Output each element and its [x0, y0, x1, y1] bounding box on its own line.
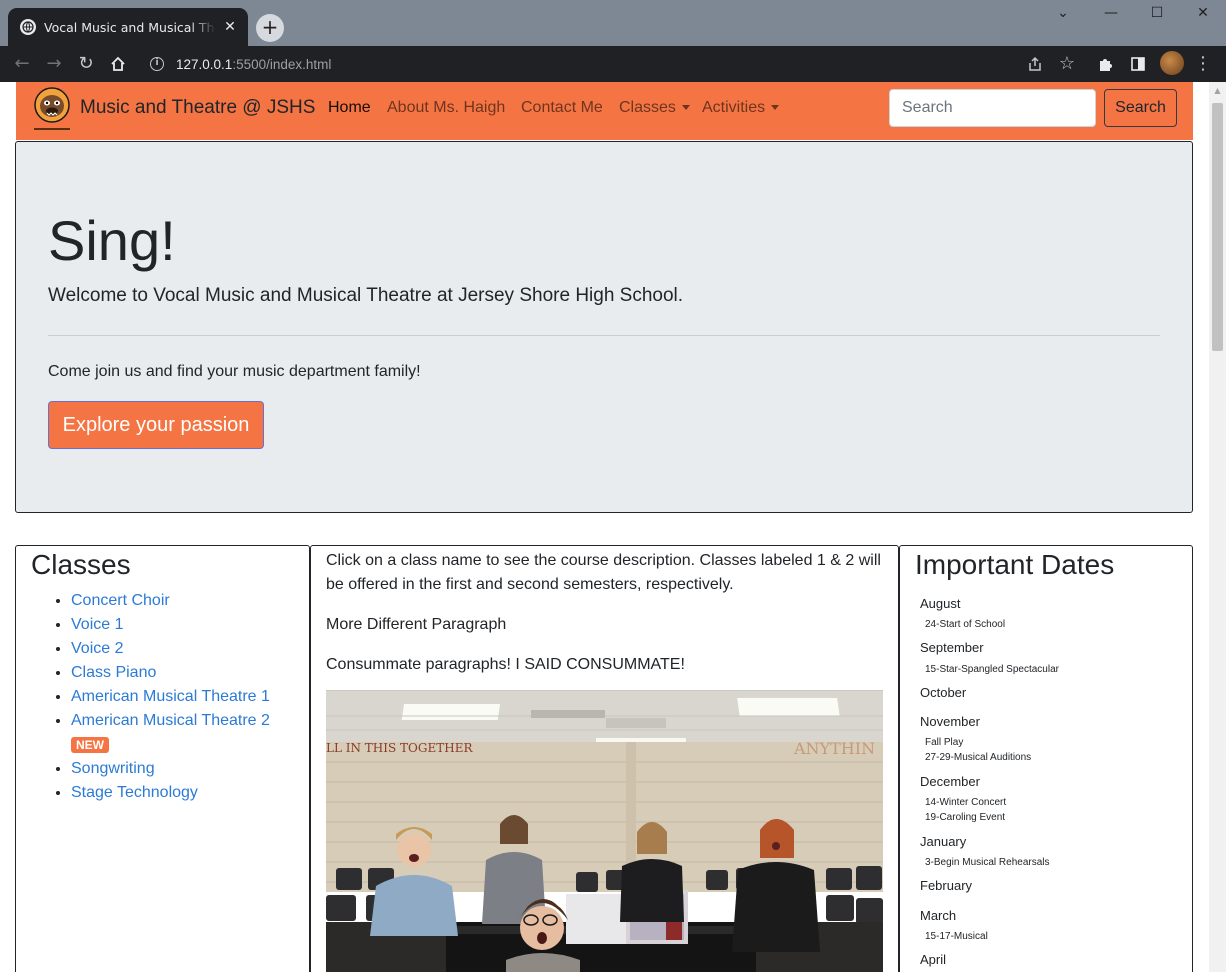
page-viewport: Music and Theatre @ JSHS Home About Ms. … [0, 82, 1209, 972]
caret-down-icon [771, 105, 780, 111]
url-text: 127.0.0.1:5500/index.html [176, 56, 332, 72]
list-item: Class Piano [71, 661, 306, 685]
list-item: Songwriting [71, 757, 306, 781]
browser-tabstrip: Vocal Music and Musical Theatre ✕ + ⌄ — … [0, 0, 1226, 46]
choir-photo: LL IN THIS TOGETHER ANYTHIN [326, 690, 883, 972]
page-scrollbar[interactable]: ▲ [1209, 82, 1226, 972]
date-event: 3-Begin Musical Rehearsals [925, 857, 1050, 868]
month-label: August [920, 596, 961, 611]
maximize-button[interactable]: ☐ [1134, 0, 1180, 28]
list-item: Concert Choir [71, 589, 306, 613]
class-link-amt-1[interactable]: American Musical Theatre 1 [71, 688, 270, 705]
side-panel-icon[interactable] [1126, 52, 1150, 76]
hero-divider [48, 335, 1160, 336]
bookmark-star-icon[interactable]: ☆ [1055, 52, 1079, 76]
globe-icon [20, 19, 36, 35]
month-label: February [920, 878, 973, 893]
date-event: 14-Winter Concert [925, 797, 1007, 808]
list-item: Stage Technology [71, 781, 306, 805]
classes-panel: Classes Concert Choir Voice 1 Voice 2 Cl… [15, 545, 310, 972]
month-label: October [920, 685, 967, 700]
bulldog-logo-icon[interactable] [32, 87, 72, 133]
classes-heading: Classes [31, 549, 131, 580]
hero-jumbotron: Sing! Welcome to Vocal Music and Musical… [15, 141, 1193, 513]
dates-panel: Important Dates August 24-Start of Schoo… [899, 545, 1193, 972]
reload-icon[interactable]: ↻ [74, 52, 98, 76]
list-item: Voice 1 [71, 613, 306, 637]
nav-activities-dropdown[interactable]: Activities [702, 99, 780, 117]
hero-text: Come join us and find your music departm… [48, 363, 421, 380]
scrollbar-thumb[interactable] [1212, 103, 1223, 351]
tab-search-icon[interactable]: ⌄ [1040, 0, 1086, 28]
dates-heading: Important Dates [915, 549, 1115, 580]
month-label: January [920, 834, 967, 849]
nav-home[interactable]: Home [328, 99, 371, 117]
chrome-menu-icon[interactable]: ⋮ [1191, 52, 1215, 76]
close-window-button[interactable]: ✕ [1180, 0, 1226, 28]
date-event: Fall Play [925, 737, 964, 748]
class-link-voice-2[interactable]: Voice 2 [71, 640, 123, 657]
class-link-concert-choir[interactable]: Concert Choir [71, 592, 170, 609]
paragraph-3: Consummate paragraphs! I SAID CONSUMMATE… [326, 656, 685, 673]
class-link-amt-2[interactable]: American Musical Theatre 2 [71, 712, 270, 729]
back-icon[interactable]: ← [10, 52, 34, 76]
explore-button[interactable]: Explore your passion [48, 401, 264, 449]
extensions-icon[interactable] [1094, 52, 1118, 76]
new-badge: NEW [71, 737, 109, 753]
date-event: 24-Start of School [925, 619, 1006, 630]
nav-classes-dropdown[interactable]: Classes [619, 99, 690, 117]
date-event: 15-Star-Spangled Spectacular [925, 664, 1059, 675]
date-event: 19-Caroling Event [925, 812, 1006, 823]
class-link-stage-technology[interactable]: Stage Technology [71, 784, 198, 801]
nav-contact[interactable]: Contact Me [521, 99, 603, 117]
profile-avatar[interactable] [1160, 51, 1184, 75]
close-tab-icon[interactable]: ✕ [222, 19, 238, 35]
browser-toolbar: ← → ↻ i 127.0.0.1:5500/index.html ☆ ⋮ [0, 46, 1226, 82]
wall-lettering-left: LL IN THIS TOGETHER [326, 741, 473, 755]
search-button[interactable]: Search [1104, 89, 1177, 127]
paragraph-2: More Different Paragraph [326, 616, 507, 633]
site-navbar: Music and Theatre @ JSHS Home About Ms. … [16, 82, 1193, 140]
intro-paragraph: Click on a class name to see the course … [326, 552, 881, 593]
home-icon[interactable] [106, 52, 130, 76]
address-bar[interactable]: i 127.0.0.1:5500/index.html [140, 50, 1090, 78]
scroll-up-icon[interactable]: ▲ [1209, 82, 1226, 99]
list-item: American Musical Theatre 1 [71, 685, 306, 709]
wall-lettering-right: ANYTHIN [793, 739, 875, 758]
month-label: April [920, 952, 947, 967]
month-label: December [920, 774, 980, 789]
date-event: 27-29-Musical Auditions [925, 752, 1032, 763]
share-icon[interactable] [1023, 52, 1047, 76]
new-tab-button[interactable]: + [256, 14, 284, 42]
search-input[interactable] [889, 89, 1096, 127]
forward-icon[interactable]: → [42, 52, 66, 76]
month-label: March [920, 908, 957, 923]
nav-activities-label: Activities [702, 99, 766, 116]
month-label: September [920, 640, 984, 655]
list-item: Voice 2 [71, 637, 306, 661]
hero-title: Sing! [48, 209, 176, 272]
class-link-class-piano[interactable]: Class Piano [71, 664, 156, 681]
minimize-button[interactable]: — [1088, 0, 1134, 28]
tab-title: Vocal Music and Musical Theatre [44, 19, 216, 35]
browser-tab[interactable]: Vocal Music and Musical Theatre ✕ [8, 8, 248, 46]
caret-down-icon [681, 105, 690, 111]
nav-about[interactable]: About Ms. Haigh [387, 99, 505, 117]
nav-classes-label: Classes [619, 99, 676, 116]
list-item: American Musical Theatre 2 NEW [71, 709, 306, 757]
class-link-voice-1[interactable]: Voice 1 [71, 616, 123, 633]
hero-lead: Welcome to Vocal Music and Musical Theat… [48, 285, 684, 306]
date-event: 15-17-Musical [925, 931, 988, 942]
class-link-songwriting[interactable]: Songwriting [71, 760, 155, 777]
classes-list: Concert Choir Voice 1 Voice 2 Class Pian… [71, 589, 306, 805]
content-panel: Click on a class name to see the course … [310, 545, 899, 972]
site-info-icon[interactable]: i [150, 57, 164, 71]
month-label: November [920, 714, 980, 729]
brand-title[interactable]: Music and Theatre @ JSHS [80, 97, 315, 119]
